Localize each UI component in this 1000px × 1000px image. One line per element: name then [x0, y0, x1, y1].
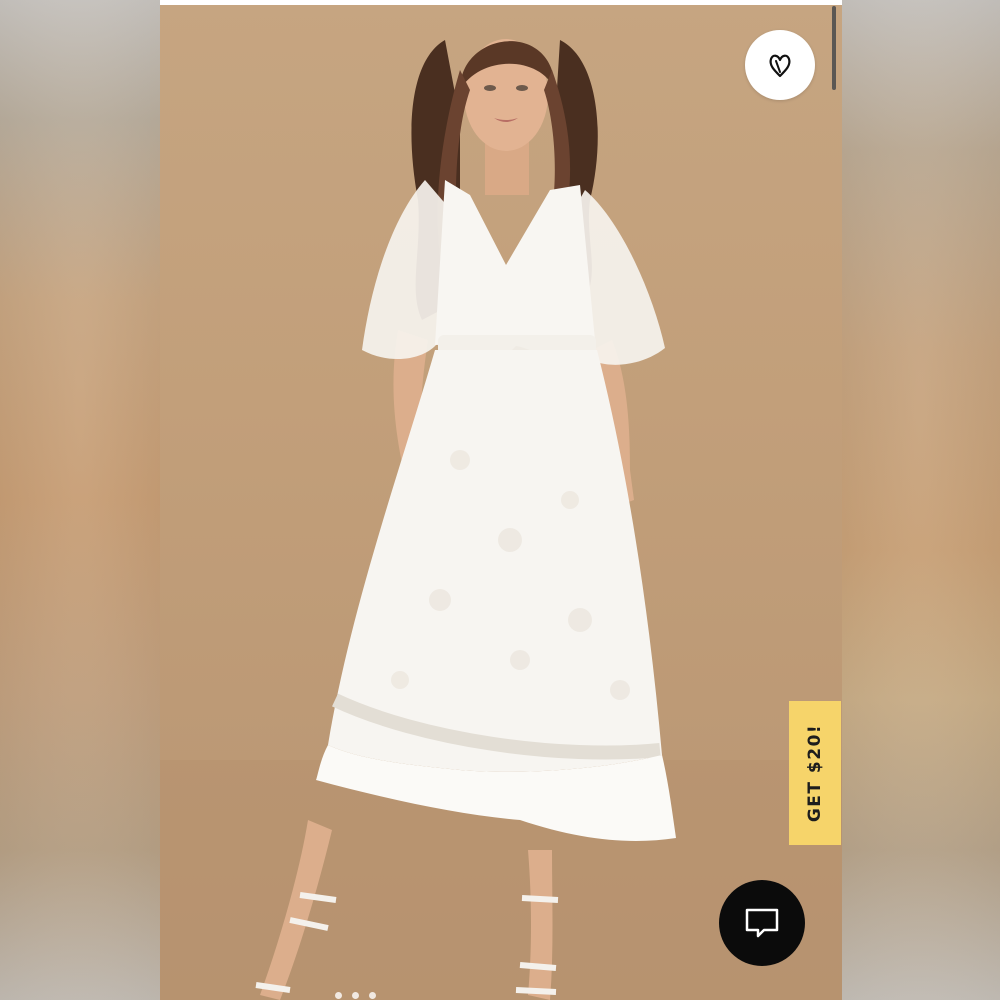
blurred-background-right: [840, 0, 1000, 1000]
model-in-white-dress: [160, 39, 842, 1000]
like-button[interactable]: [745, 30, 815, 100]
carousel-dot[interactable]: [352, 992, 359, 999]
scrollbar[interactable]: [832, 6, 836, 90]
chat-button[interactable]: [719, 880, 805, 966]
carousel-dot[interactable]: [369, 992, 376, 999]
chat-bubble-icon: [745, 908, 779, 938]
heart-icon: [769, 54, 791, 78]
carousel-dots[interactable]: [335, 992, 376, 999]
screen: GET $20!: [0, 0, 1000, 1000]
carousel-dot[interactable]: [335, 992, 342, 999]
promo-tab[interactable]: GET $20!: [789, 701, 841, 845]
product-photo[interactable]: [160, 0, 842, 1000]
blurred-background-left: [0, 0, 160, 1000]
promo-label: GET $20!: [805, 723, 826, 823]
